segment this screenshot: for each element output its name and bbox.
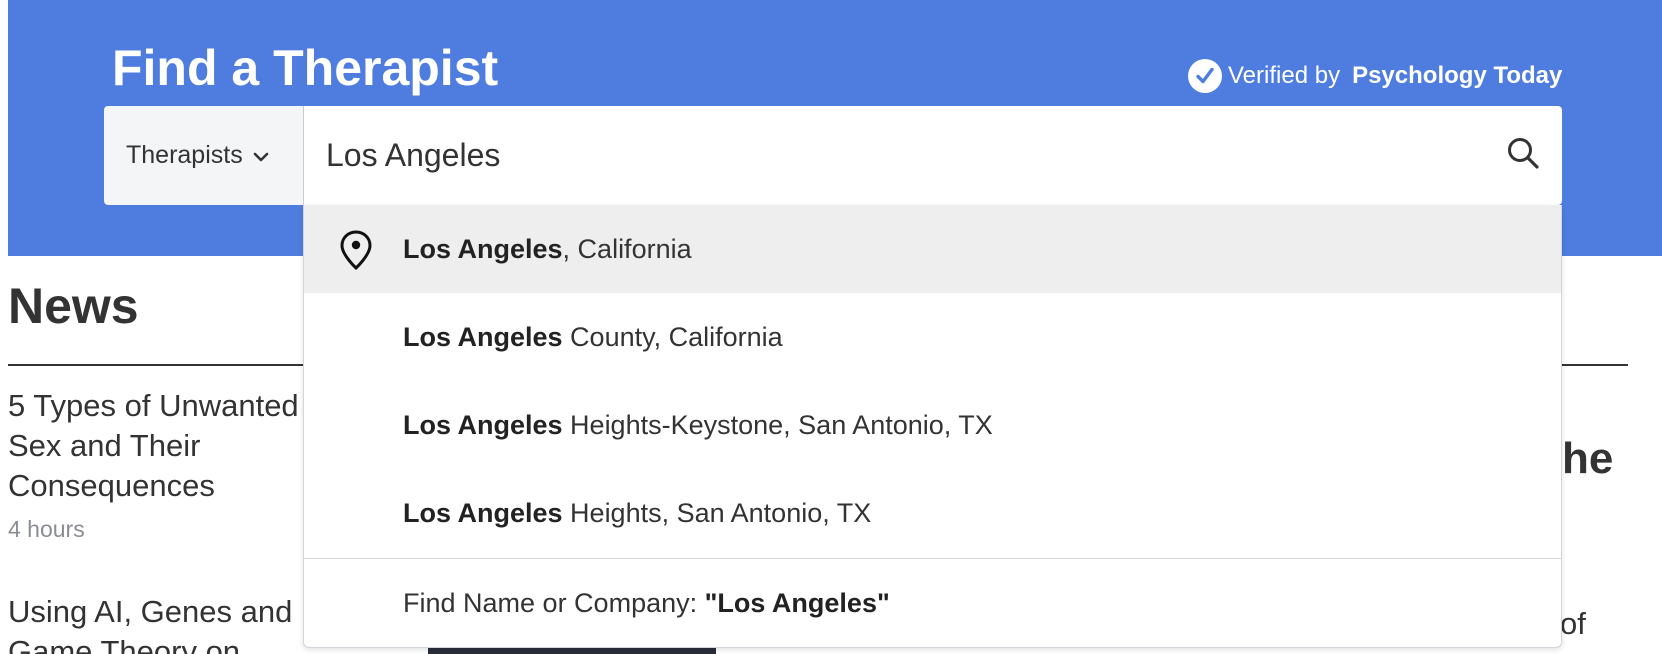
suggestion-match: Los Angeles [403,497,563,528]
checkmark-icon [1188,59,1222,93]
search-input-wrapper [304,106,1562,205]
suggestion-match: Los Angeles [403,321,563,352]
featured-headline-fragment[interactable]: he [1562,434,1613,484]
news-article-link[interactable]: 5 Types of Unwanted Sex and Their Conseq… [8,386,308,506]
verified-badge: Verified by Psychology Today [1188,58,1562,94]
location-pin-icon [338,229,374,271]
suggestion-rest: Heights-Keystone, San Antonio, TX [562,409,993,440]
search-input[interactable] [304,106,1562,205]
find-name-query: "Los Angeles" [704,587,890,618]
search-type-dropdown[interactable]: Therapists [104,106,304,205]
search-icon [1506,136,1540,175]
suggestion-item[interactable]: Los Angeles County, California [304,293,1561,381]
search-button[interactable] [1502,134,1544,176]
page-title: Find a Therapist [112,40,499,96]
suggestion-item[interactable]: Los Angeles Heights, San Antonio, TX [304,469,1561,557]
news-article-link[interactable]: Using AI, Genes and Game Theory on [8,592,308,654]
suggestion-match: Los Angeles [403,409,563,440]
suggestion-rest: Heights, San Antonio, TX [562,497,872,528]
search-bar: Therapists [104,106,1562,205]
search-type-label: Therapists [126,141,243,169]
article-timestamp: 4 hours [8,516,85,542]
location-suggestions-dropdown: Los Angeles, California Los Angeles Coun… [303,205,1562,648]
suggestion-match: Los Angeles [403,233,563,264]
find-name-prefix: Find Name or Company: [403,587,705,618]
article-text-fragment[interactable]: of [1560,606,1586,642]
suggestion-item[interactable]: Los Angeles, California [304,205,1561,293]
find-name-or-company-option[interactable]: Find Name or Company: "Los Angeles" [304,559,1561,647]
news-heading: News [8,278,139,334]
suggestion-item[interactable]: Los Angeles Heights-Keystone, San Antoni… [304,381,1561,469]
suggestion-rest: County, California [562,321,783,352]
verified-brand: Psychology Today [1352,62,1563,89]
verified-prefix: Verified by [1228,62,1341,89]
suggestion-rest: , California [562,233,692,264]
chevron-down-icon [253,141,269,170]
page: Find a Therapist Verified by Psychology … [0,0,1662,654]
